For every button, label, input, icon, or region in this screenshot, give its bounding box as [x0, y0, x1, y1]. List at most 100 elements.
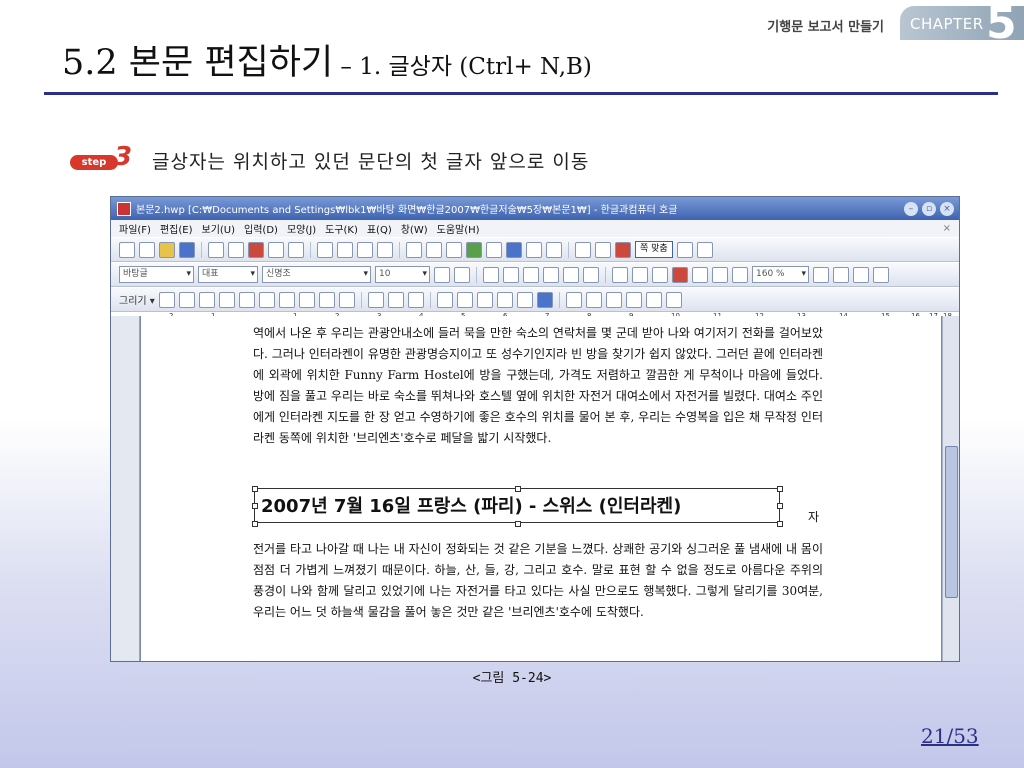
- text-box-icon[interactable]: [318, 291, 335, 308]
- save-icon[interactable]: [179, 241, 195, 258]
- dict-icon[interactable]: [615, 241, 631, 258]
- window-titlebar[interactable]: 본문2.hwp [C:₩Documents and Settings₩lbk1₩…: [111, 197, 959, 220]
- menu-table[interactable]: 표(Q): [367, 221, 392, 236]
- menu-help[interactable]: 도움말(H): [437, 221, 480, 236]
- align-center-icon[interactable]: [712, 266, 728, 283]
- resize-handle[interactable]: [515, 486, 521, 492]
- pen-icon[interactable]: [278, 291, 295, 308]
- menu-edit[interactable]: 편집(E): [160, 221, 193, 236]
- resize-handle[interactable]: [252, 486, 258, 492]
- text-box-heading[interactable]: 2007년 7월 16일 프랑스 (파리) - 스위스 (인터라켄): [254, 488, 780, 523]
- menu-format[interactable]: 모양(J): [287, 221, 316, 236]
- font-combo[interactable]: 신명조: [262, 266, 371, 283]
- rectangle-icon[interactable]: [178, 291, 195, 308]
- preview-icon[interactable]: [228, 241, 244, 258]
- format-painter-icon[interactable]: [377, 241, 393, 258]
- copy-icon[interactable]: [337, 241, 353, 258]
- document-page[interactable]: 역에서 나온 후 우리는 관광안내소에 들러 묵을 만한 숙소의 연락처를 몇 …: [141, 316, 941, 661]
- resize-handle[interactable]: [777, 503, 783, 509]
- numbered-list-icon[interactable]: [873, 266, 889, 283]
- menu-window[interactable]: 창(W): [401, 221, 428, 236]
- table-icon[interactable]: [446, 241, 462, 258]
- find-icon[interactable]: [288, 241, 304, 258]
- select-icon[interactable]: [367, 291, 384, 308]
- scrollbar-thumb[interactable]: [945, 446, 958, 598]
- text-color-icon[interactable]: [583, 266, 599, 283]
- draw-label[interactable]: 그리기 ▾: [119, 292, 155, 307]
- zoom-out-icon[interactable]: [696, 241, 713, 258]
- print-icon[interactable]: [208, 241, 224, 258]
- line-spacing-combo[interactable]: 160 %: [752, 266, 809, 283]
- line-style-icon[interactable]: [476, 291, 493, 308]
- arc-icon[interactable]: [218, 291, 235, 308]
- size-down-icon[interactable]: [454, 266, 470, 283]
- picture-icon[interactable]: [338, 291, 355, 308]
- symbol-icon[interactable]: [546, 241, 562, 258]
- para-shape-icon[interactable]: [632, 266, 648, 283]
- send-back-icon[interactable]: [585, 291, 602, 308]
- size-up-icon[interactable]: [434, 266, 450, 283]
- menu-view[interactable]: 보기(U): [202, 221, 236, 236]
- superscript-icon[interactable]: [543, 266, 559, 283]
- layout-icon[interactable]: [575, 241, 591, 258]
- arrow-style-icon[interactable]: [516, 291, 533, 308]
- cut-icon[interactable]: [317, 241, 333, 258]
- maximize-icon[interactable]: ▫: [922, 201, 936, 216]
- zoom-combo[interactable]: 쪽 맞춤: [635, 241, 673, 258]
- resize-handle[interactable]: [252, 503, 258, 509]
- doc-close-icon[interactable]: ×: [943, 223, 951, 234]
- polygon-icon[interactable]: [238, 291, 255, 308]
- align-justify-icon[interactable]: [672, 266, 688, 283]
- align-right-icon[interactable]: [732, 266, 748, 283]
- zoom-in-icon[interactable]: [676, 241, 693, 258]
- bring-front-icon[interactable]: [565, 291, 582, 308]
- undo-icon[interactable]: [248, 241, 264, 258]
- crop-icon[interactable]: [665, 291, 682, 308]
- char-shape-icon[interactable]: [612, 266, 628, 283]
- minimize-icon[interactable]: –: [904, 201, 918, 216]
- fill-color-icon[interactable]: [456, 291, 473, 308]
- highlight-icon[interactable]: [652, 266, 668, 283]
- equation-icon[interactable]: [526, 241, 542, 258]
- shadow-icon[interactable]: [536, 291, 553, 308]
- vertical-ruler[interactable]: [111, 316, 140, 661]
- list-icon[interactable]: [853, 266, 869, 283]
- grid-icon[interactable]: [486, 241, 502, 258]
- view-icon[interactable]: [595, 241, 611, 258]
- open-folder-icon[interactable]: [159, 241, 175, 258]
- spacing-up-icon[interactable]: [813, 266, 829, 283]
- new-doc-icon[interactable]: [119, 241, 135, 258]
- align-left-icon[interactable]: [692, 266, 708, 283]
- subscript-icon[interactable]: [563, 266, 579, 283]
- group-icon[interactable]: [387, 291, 404, 308]
- font-size-combo[interactable]: 10: [375, 266, 430, 283]
- menu-file[interactable]: 파일(F): [119, 221, 151, 236]
- rotate-icon[interactable]: [625, 291, 642, 308]
- italic-icon[interactable]: [503, 266, 519, 283]
- align-objects-icon[interactable]: [605, 291, 622, 308]
- spell-icon[interactable]: [406, 241, 422, 258]
- new-tab-icon[interactable]: [139, 241, 155, 258]
- resize-handle[interactable]: [777, 486, 783, 492]
- bold-icon[interactable]: [483, 266, 499, 283]
- redo-icon[interactable]: [268, 241, 284, 258]
- image-icon[interactable]: [466, 241, 482, 258]
- ellipse-icon[interactable]: [198, 291, 215, 308]
- style-combo[interactable]: 바탕글: [119, 266, 194, 283]
- line-width-icon[interactable]: [496, 291, 513, 308]
- line-color-icon[interactable]: [436, 291, 453, 308]
- close-icon[interactable]: ×: [940, 201, 954, 216]
- flip-icon[interactable]: [645, 291, 662, 308]
- menu-tools[interactable]: 도구(K): [325, 221, 358, 236]
- line-icon[interactable]: [158, 291, 175, 308]
- vertical-scrollbar[interactable]: [942, 316, 959, 661]
- connector-icon[interactable]: [298, 291, 315, 308]
- chart-icon[interactable]: [506, 241, 522, 258]
- ungroup-icon[interactable]: [407, 291, 424, 308]
- curve-icon[interactable]: [258, 291, 275, 308]
- menu-input[interactable]: 입력(D): [244, 221, 278, 236]
- dictionary-icon[interactable]: [426, 241, 442, 258]
- paste-icon[interactable]: [357, 241, 373, 258]
- spacing-down-icon[interactable]: [833, 266, 849, 283]
- underline-icon[interactable]: [523, 266, 539, 283]
